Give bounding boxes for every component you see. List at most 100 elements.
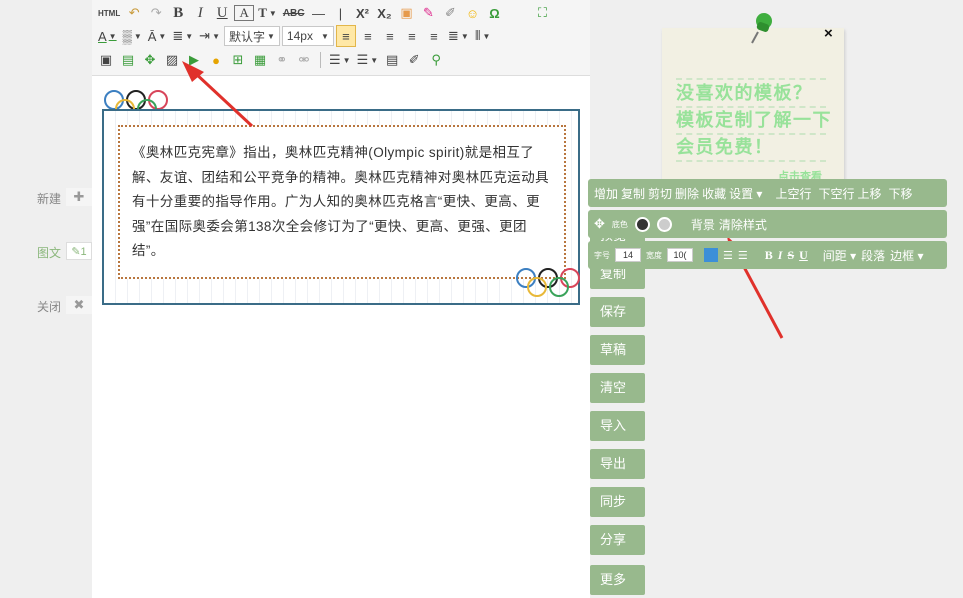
style-toolbar-row-2: ✥ 底色 背景 清除样式 xyxy=(588,210,947,238)
add-button[interactable]: 增加 xyxy=(594,185,618,202)
more-button[interactable]: 更多 xyxy=(590,565,645,595)
brush-clean-icon[interactable]: ✐ xyxy=(440,2,460,24)
align-right-style-icon[interactable]: ☰ xyxy=(738,249,748,262)
paste-icon[interactable]: ▤ xyxy=(382,49,402,71)
ring-green xyxy=(549,277,569,297)
pin-icon[interactable]: ✥ xyxy=(140,49,160,71)
video-icon[interactable]: ▶ xyxy=(184,49,204,71)
map-icon[interactable]: ⊞ xyxy=(228,49,248,71)
save-button[interactable]: 保存 xyxy=(590,297,645,327)
italic-button[interactable]: I xyxy=(190,2,210,24)
highlight-icon[interactable]: ▒ ▼ xyxy=(121,25,144,47)
width-input[interactable]: 10( xyxy=(667,248,693,262)
import-button[interactable]: 导入 xyxy=(590,411,645,441)
clear-button[interactable]: 清空 xyxy=(590,373,645,403)
link-icon[interactable]: ⚭ xyxy=(272,49,292,71)
italic-style-button[interactable]: I xyxy=(778,248,783,263)
paragraph-text[interactable]: 《奥林匹克宪章》指出，奥林匹克精神(Olympic spirit)就是相互了解、… xyxy=(132,141,556,264)
favorite-button[interactable]: 收藏 xyxy=(702,185,726,202)
blank-line-above-button[interactable]: 上空行 xyxy=(775,185,811,202)
special-char-icon[interactable]: Ω xyxy=(484,2,504,24)
music-icon[interactable]: ● xyxy=(206,49,226,71)
toolbar-row-2: A ▼ ▒ ▼ Ā ▼ ≣ ▼ ⇥ ▼ 默认字 ▼ 14px ▼ ≡ ≡ ≡ ≡ ≡ ≣ ▼ ⫴… xyxy=(96,24,493,48)
align-justify-icon[interactable]: ≡ xyxy=(402,25,422,47)
bold-button[interactable]: B xyxy=(168,2,188,24)
table-icon[interactable]: ▦ xyxy=(250,49,270,71)
share-button[interactable]: 分享 xyxy=(590,525,645,555)
move-down-button[interactable]: 下移 xyxy=(888,185,912,202)
close-icon[interactable]: ✖ xyxy=(66,296,92,314)
blank-line-below-button[interactable]: 下空行 xyxy=(818,185,854,202)
superscript-button[interactable]: X² xyxy=(352,2,372,24)
clear-style-button[interactable]: 清除样式 xyxy=(719,216,767,233)
sync-button[interactable]: 同步 xyxy=(590,487,645,517)
align-distribute-icon[interactable]: ≡ xyxy=(424,25,444,47)
article-button[interactable]: 图文 ✎1 xyxy=(0,240,92,262)
line-height-icon[interactable]: ≣ ▼ xyxy=(170,25,195,47)
bold-style-button[interactable]: B xyxy=(765,248,773,263)
brush-icon[interactable]: ✐ xyxy=(404,49,424,71)
font-size-input[interactable]: 14 xyxy=(615,248,641,262)
ordered-list-icon[interactable]: ☰ ▼ xyxy=(327,49,353,71)
paragraph-format-icon[interactable]: ⫴ ▼ xyxy=(473,25,493,47)
spacing-dropdown[interactable]: 间距 ▾ xyxy=(823,247,856,264)
bg-color-label: 底色 xyxy=(611,219,628,229)
export-button[interactable]: 导出 xyxy=(590,449,645,479)
content-inner-frame[interactable]: 《奥林匹克宪章》指出，奥林匹克精神(Olympic spirit)就是相互了解、… xyxy=(118,125,566,279)
horizontal-rule-button[interactable]: — xyxy=(308,2,328,24)
font-size-select[interactable]: 14px ▼ xyxy=(281,26,334,46)
underline-button[interactable]: U xyxy=(212,2,232,24)
underline-style-button[interactable]: U xyxy=(799,248,808,263)
new-button[interactable]: 新建 ✚ xyxy=(0,186,92,208)
strikethrough-button[interactable]: ABC xyxy=(281,2,307,24)
fullscreen-icon[interactable]: ⛶ xyxy=(532,2,552,24)
promo-note[interactable]: 没喜欢的模板？ 模板定制了解一下 会员免费！ 点击查看 xyxy=(662,28,844,190)
html-source-button[interactable]: HTML xyxy=(96,2,122,24)
align-right-icon[interactable]: ≡ xyxy=(380,25,400,47)
background-icon[interactable]: ▨ xyxy=(162,49,182,71)
move-up-button[interactable]: 上移 xyxy=(857,185,881,202)
divider-button[interactable]: | xyxy=(330,2,350,24)
copy-style-button[interactable]: 复制 xyxy=(621,185,645,202)
font-size-adjust-icon[interactable]: Ā ▼ xyxy=(146,25,169,47)
font-style-label: T xyxy=(258,5,267,20)
redo-icon[interactable]: ↷ xyxy=(146,2,166,24)
align-center-icon[interactable]: ≡ xyxy=(358,25,378,47)
insert-icon[interactable]: ▤ xyxy=(118,49,138,71)
paragraph-button[interactable]: 段落 xyxy=(861,247,885,264)
edit-icon[interactable]: ✎1 xyxy=(66,242,92,260)
settings-dropdown[interactable]: 设置 ▾ xyxy=(729,185,762,202)
close-button[interactable]: 关闭 ✖ xyxy=(0,294,92,316)
background-button[interactable]: 背景 xyxy=(691,216,715,233)
delete-button[interactable]: 删除 xyxy=(675,185,699,202)
cut-button[interactable]: 剪切 xyxy=(648,185,672,202)
transparent-swatch[interactable] xyxy=(656,216,672,232)
font-color-icon[interactable]: A ▼ xyxy=(96,25,119,47)
promo-close-button[interactable]: × xyxy=(824,25,833,42)
font-family-select[interactable]: 默认字 ▼ xyxy=(223,26,280,46)
strike-style-button[interactable]: S xyxy=(787,248,794,263)
align-left-style-icon[interactable] xyxy=(704,248,718,262)
width-label: 宽度 xyxy=(646,250,662,260)
indent-icon[interactable]: ⇥ ▼ xyxy=(197,25,222,47)
move-icon[interactable]: ✥ xyxy=(594,216,605,232)
font-style-button[interactable]: T ▼ xyxy=(256,2,279,24)
emoji-icon[interactable]: ☺ xyxy=(462,2,482,24)
font-border-button[interactable]: A xyxy=(234,5,255,21)
plus-icon[interactable]: ✚ xyxy=(66,188,92,206)
eraser-icon[interactable]: ✎ xyxy=(418,2,438,24)
paragraph-spacing-icon[interactable]: ≣ ▼ xyxy=(446,25,471,47)
content-frame[interactable]: 《奥林匹克宪章》指出，奥林匹克精神(Olympic spirit)就是相互了解、… xyxy=(102,109,580,305)
subscript-button[interactable]: X₂ xyxy=(374,2,394,24)
unlink-icon[interactable]: ⚮ xyxy=(294,49,314,71)
align-left-icon[interactable]: ≡ xyxy=(335,25,356,47)
draft-button[interactable]: 草稿 xyxy=(590,335,645,365)
align-center-style-icon[interactable]: ☰ xyxy=(723,249,733,262)
bg-color-swatch[interactable] xyxy=(634,216,650,232)
image-icon[interactable]: ▣ xyxy=(96,49,116,71)
unordered-list-icon[interactable]: ☰ ▼ xyxy=(355,49,381,71)
undo-icon[interactable]: ↶ xyxy=(124,2,144,24)
format-icon[interactable]: ▣ xyxy=(396,2,416,24)
search-icon[interactable]: ⚲ xyxy=(426,49,446,71)
border-dropdown[interactable]: 边框 ▾ xyxy=(890,247,923,264)
